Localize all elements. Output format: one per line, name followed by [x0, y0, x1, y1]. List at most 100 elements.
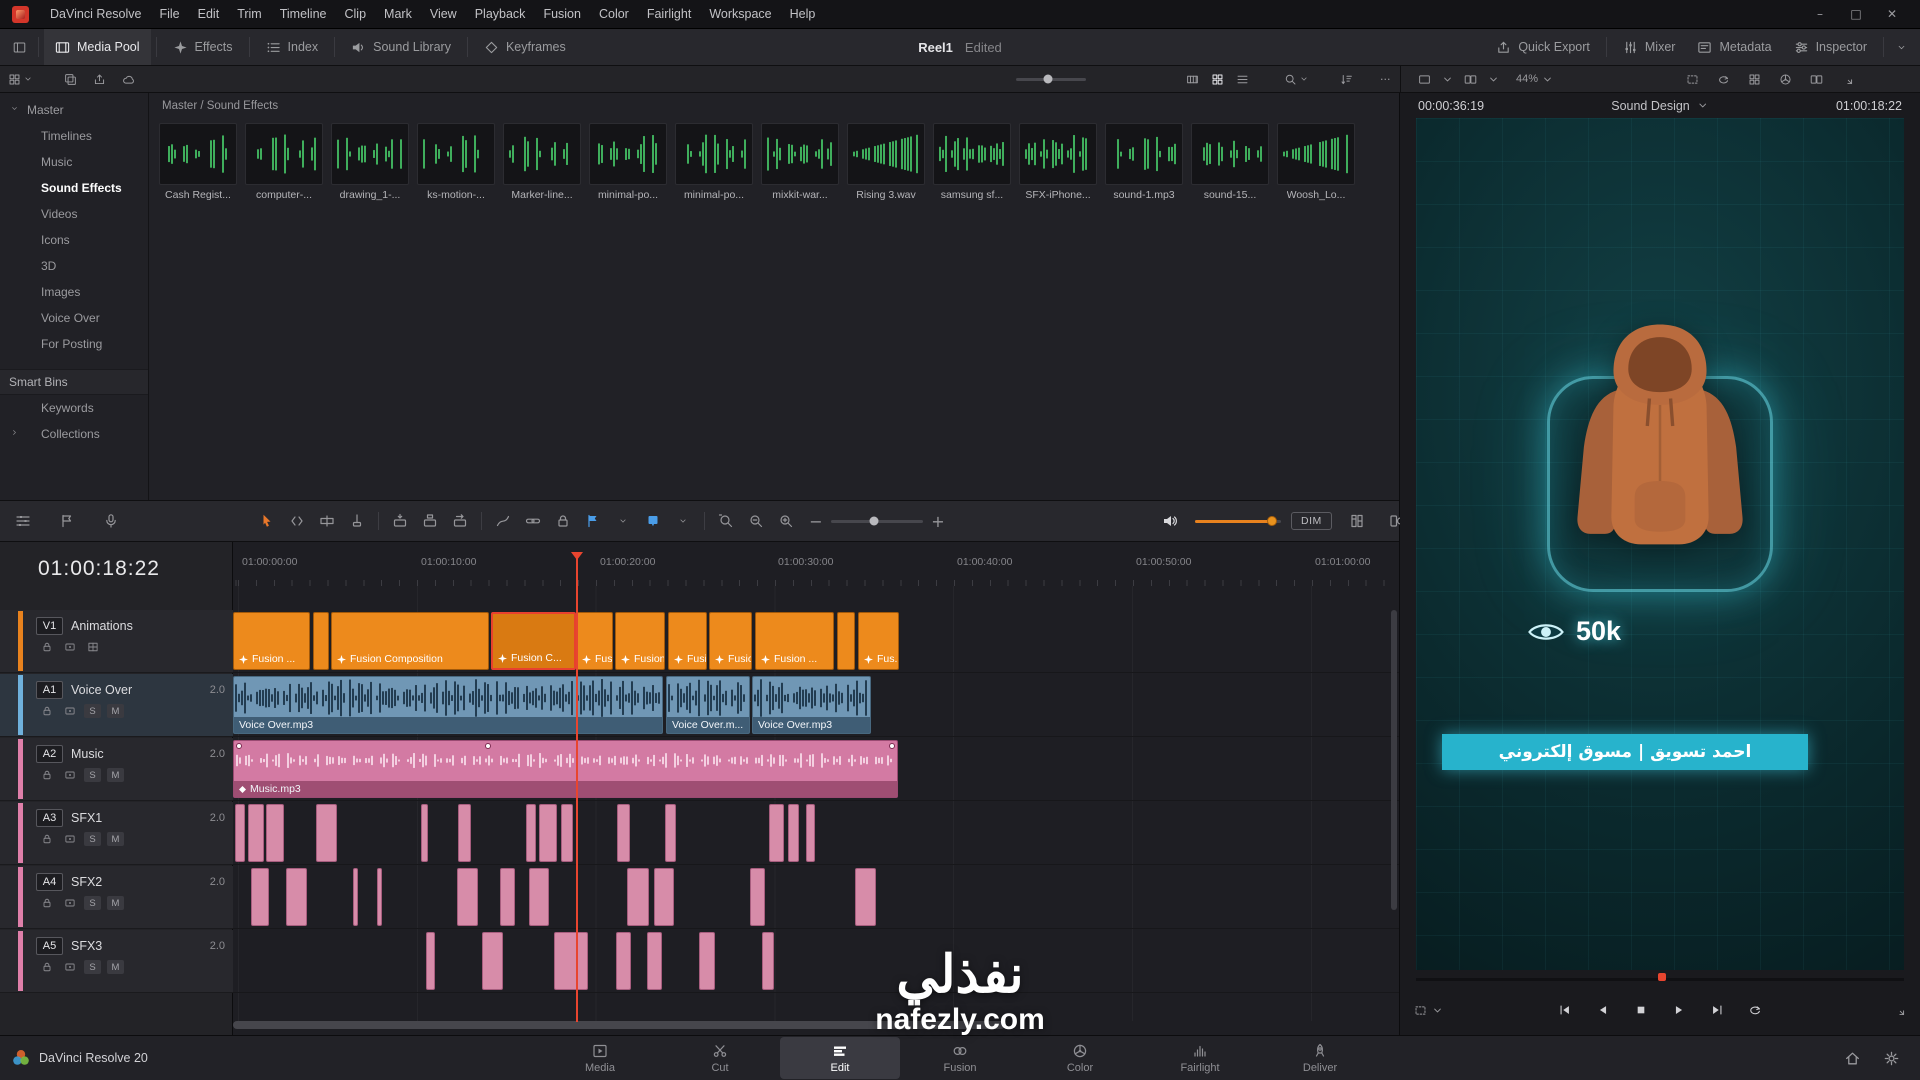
voiceover-mic-icon[interactable] — [96, 507, 126, 535]
fade-handle[interactable] — [236, 743, 242, 749]
gear-icon[interactable] — [1883, 1050, 1900, 1067]
maximize-button[interactable]: □ — [1838, 7, 1874, 21]
timeline-clip-sfx[interactable] — [457, 868, 478, 926]
timeline-clip-sfx[interactable] — [554, 932, 588, 990]
mixer-button[interactable]: Mixer — [1612, 29, 1687, 65]
media-clip[interactable]: sound-1.mp3 — [1105, 123, 1183, 201]
track-lane-A4[interactable] — [233, 866, 1399, 929]
timeline-clip-sfx[interactable] — [286, 868, 307, 926]
cloud-sync-icon[interactable] — [122, 73, 135, 86]
quick-export-button[interactable]: Quick Export — [1485, 29, 1601, 65]
clip-thumbnail[interactable] — [675, 123, 753, 185]
track-lane-A3[interactable] — [233, 802, 1399, 865]
flags-icon[interactable] — [52, 507, 82, 535]
dim-button[interactable]: DIM — [1291, 512, 1332, 530]
timeline-clip-fusion[interactable]: Fus... — [858, 612, 899, 670]
page-tab-deliver[interactable]: Deliver — [1260, 1037, 1380, 1079]
auto-select-icon[interactable] — [61, 896, 78, 910]
mute-button[interactable]: M — [107, 832, 124, 846]
timeline-clip-sfx[interactable] — [316, 804, 337, 862]
menu-timeline[interactable]: Timeline — [271, 0, 336, 28]
effects-button[interactable]: Effects — [162, 29, 244, 65]
menu-view[interactable]: View — [421, 0, 466, 28]
timeline-clip-fusion[interactable]: Fusio... — [709, 612, 752, 670]
page-tab-color[interactable]: Color — [1020, 1037, 1140, 1079]
timeline-clip-sfx[interactable] — [654, 868, 674, 926]
timeline-clip-sfx[interactable] — [529, 868, 549, 926]
menu-clip[interactable]: Clip — [336, 0, 376, 28]
skip-first-button[interactable] — [1554, 999, 1576, 1021]
metadata-button[interactable]: Metadata — [1686, 29, 1782, 65]
monitor-volume-slider[interactable] — [1195, 520, 1281, 523]
timeline-clip-sfx[interactable] — [750, 868, 765, 926]
menu-trim[interactable]: Trim — [228, 0, 271, 28]
timeline-clip-fusion[interactable]: Fusion C... — [491, 612, 576, 670]
dynamic-trim-tool[interactable] — [312, 507, 342, 535]
bin-3d[interactable]: 3D — [0, 253, 148, 279]
zoom-full-extent-icon[interactable] — [711, 507, 741, 535]
clip-thumbnail[interactable] — [1277, 123, 1355, 185]
timeline-clip-voiceover[interactable]: Voice Over.mp3 — [233, 676, 663, 734]
curve-editor-icon[interactable] — [488, 507, 518, 535]
timeline-clip-sfx[interactable] — [539, 804, 557, 862]
zoom-custom-icon[interactable] — [771, 507, 801, 535]
menu-edit[interactable]: Edit — [189, 0, 229, 28]
auto-select-icon[interactable] — [61, 704, 78, 718]
track-header-A5[interactable]: A5SFX32.0SM — [0, 930, 233, 993]
clip-thumbnail[interactable] — [245, 123, 323, 185]
timeline-clip-sfx[interactable] — [251, 868, 269, 926]
thumbnail-size-slider[interactable] — [1016, 78, 1086, 81]
playhead[interactable] — [576, 554, 578, 1022]
page-tab-fusion[interactable]: Fusion — [900, 1037, 1020, 1079]
timeline-clip-fusion[interactable]: Fusion... — [615, 612, 665, 670]
bin-icons[interactable]: Icons — [0, 227, 148, 253]
bin-voice-over[interactable]: Voice Over — [0, 305, 148, 331]
media-clip[interactable]: sound-15... — [1191, 123, 1269, 201]
selection-tool[interactable] — [252, 507, 282, 535]
insert-clip-button[interactable] — [385, 507, 415, 535]
timeline-clip-fusion[interactable]: Fusion ... — [755, 612, 834, 670]
close-button[interactable]: ✕ — [1874, 7, 1910, 21]
chevron-down-icon[interactable] — [608, 507, 638, 535]
timeline-clip-sfx[interactable] — [526, 804, 536, 862]
panel-toggle-button[interactable] — [6, 29, 33, 65]
solo-button[interactable]: S — [84, 768, 101, 782]
marker-button[interactable] — [638, 507, 668, 535]
timeline-clip-fusion[interactable]: Fus... — [576, 612, 613, 670]
loop-icon[interactable] — [1717, 73, 1730, 86]
dual-viewer-icon[interactable] — [1464, 73, 1477, 86]
media-pool-button[interactable]: Media Pool — [44, 29, 151, 65]
solo-button[interactable]: S — [84, 896, 101, 910]
timeline-clip-sfx[interactable] — [806, 804, 815, 862]
track-lock-icon[interactable] — [38, 832, 55, 846]
media-clip[interactable]: drawing_1-... — [331, 123, 409, 201]
keyframes-button[interactable]: Keyframes — [473, 29, 577, 65]
solo-button[interactable]: S — [84, 704, 101, 718]
timeline-clip-sfx[interactable] — [855, 868, 876, 926]
timeline-ruler[interactable]: 01:00:00:0001:00:10:0001:00:20:0001:00:3… — [233, 552, 1399, 586]
clip-thumbnail[interactable] — [159, 123, 237, 185]
timeline-clip-sfx[interactable] — [353, 868, 358, 926]
page-tab-fairlight[interactable]: Fairlight — [1140, 1037, 1260, 1079]
menu-fairlight[interactable]: Fairlight — [638, 0, 700, 28]
mute-button[interactable]: M — [107, 960, 124, 974]
mute-button[interactable]: M — [107, 704, 124, 718]
timeline-clip-sfx[interactable] — [647, 932, 662, 990]
zoom-detail-icon[interactable] — [741, 507, 771, 535]
timeline-clip-sfx[interactable] — [699, 932, 715, 990]
menu-davinci-resolve[interactable]: DaVinci Resolve — [41, 0, 150, 28]
audio-meter-icon[interactable] — [1342, 507, 1372, 535]
menu-fusion[interactable]: Fusion — [534, 0, 590, 28]
media-clip[interactable]: Woosh_Lo... — [1277, 123, 1355, 201]
home-icon[interactable] — [1844, 1050, 1861, 1067]
replace-clip-button[interactable] — [445, 507, 475, 535]
bin-master[interactable]: Master — [0, 97, 148, 123]
expand-viewer-icon[interactable] — [1841, 73, 1854, 86]
track-header-A1[interactable]: A1Voice Over2.0SM — [0, 674, 233, 737]
timeline-zoom-slider[interactable] — [831, 520, 923, 523]
track-badge[interactable]: A4 — [36, 873, 63, 891]
list-view-icon[interactable] — [1236, 73, 1249, 86]
timeline-clip-sfx[interactable] — [421, 804, 428, 862]
track-badge[interactable]: A5 — [36, 937, 63, 955]
bin-videos[interactable]: Videos — [0, 201, 148, 227]
